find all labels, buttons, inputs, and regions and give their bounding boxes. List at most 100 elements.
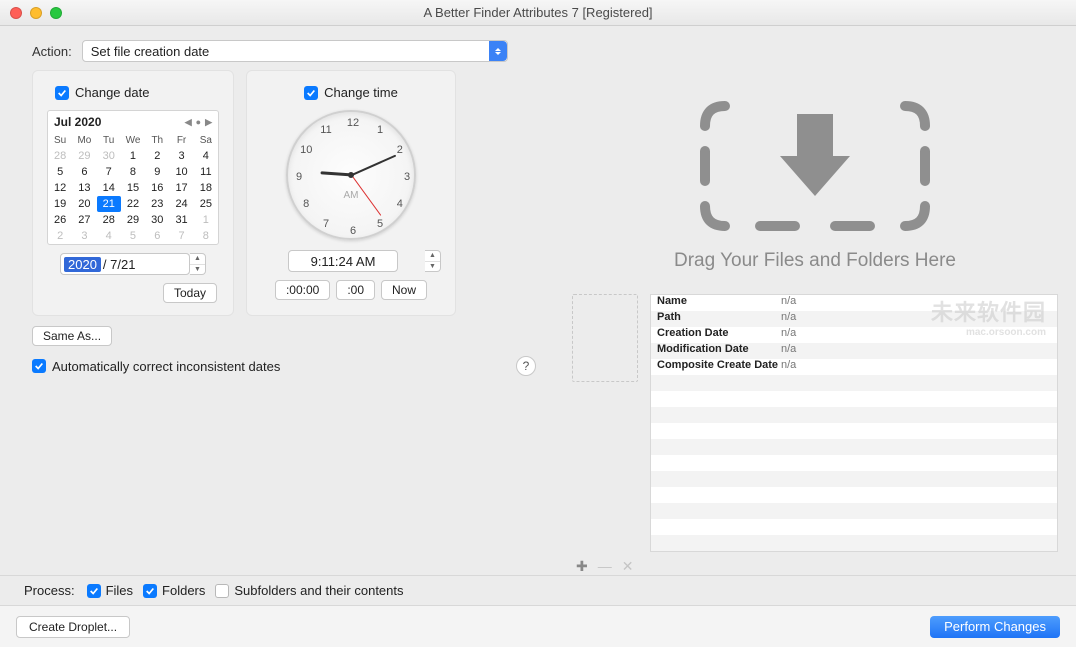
calendar-day[interactable]: 19 <box>48 196 72 212</box>
calendar-day[interactable]: 5 <box>48 164 72 180</box>
same-as-button[interactable]: Same As... <box>32 326 112 346</box>
add-file-button[interactable]: ✚ <box>576 558 588 575</box>
property-key: Composite Create Date <box>651 359 781 375</box>
calendar-next-icon[interactable]: ▶ <box>205 117 212 128</box>
action-select-value: Set file creation date <box>91 44 210 59</box>
change-date-panel: Change date Jul 2020 ◀ ● ▶ SuMoTuWeThFrS… <box>32 70 234 316</box>
time-input[interactable]: 9:11:24 AM <box>288 250 398 272</box>
clock-number: 6 <box>350 225 356 237</box>
calendar-day[interactable]: 26 <box>48 212 72 228</box>
date-stepper[interactable]: ▲▼ <box>190 253 206 275</box>
calendar-dow: Su <box>48 133 72 148</box>
clock-center-icon <box>348 172 354 178</box>
calendar-day[interactable]: 13 <box>72 180 96 196</box>
check-icon <box>34 361 44 371</box>
time-input-value: 9:11:24 AM <box>311 254 376 269</box>
calendar-prev-icon[interactable]: ◀ <box>185 117 192 128</box>
calendar-day[interactable]: 4 <box>194 148 218 164</box>
calendar-day[interactable]: 1 <box>121 148 145 164</box>
remove-file-button[interactable]: — <box>598 558 612 575</box>
calendar-day[interactable]: 9 <box>145 164 169 180</box>
change-date-checkbox[interactable] <box>55 86 69 100</box>
calendar-day[interactable]: 29 <box>72 148 96 164</box>
calendar[interactable]: Jul 2020 ◀ ● ▶ SuMoTuWeThFrSa28293012345… <box>47 110 219 245</box>
calendar-day[interactable]: 18 <box>194 180 218 196</box>
calendar-day[interactable]: 29 <box>121 212 145 228</box>
change-time-checkbox[interactable] <box>304 86 318 100</box>
calendar-day[interactable]: 2 <box>48 228 72 244</box>
date-year-field: 2020 <box>64 257 101 272</box>
property-row <box>651 487 1057 503</box>
calendar-day[interactable]: 5 <box>121 228 145 244</box>
calendar-day[interactable]: 3 <box>169 148 193 164</box>
now-button[interactable]: Now <box>381 280 427 300</box>
property-key: Name <box>651 295 781 311</box>
calendar-day[interactable]: 8 <box>121 164 145 180</box>
check-icon <box>57 88 67 98</box>
clear-files-button[interactable]: ✕ <box>622 558 634 575</box>
date-input[interactable]: 2020 / 7/21 <box>60 253 190 275</box>
auto-correct-checkbox[interactable] <box>32 359 46 373</box>
clock-number: 11 <box>320 124 331 136</box>
calendar-day[interactable]: 27 <box>72 212 96 228</box>
process-files-label: Files <box>106 583 133 598</box>
calendar-day[interactable]: 20 <box>72 196 96 212</box>
calendar-day[interactable]: 31 <box>169 212 193 228</box>
action-row: Action: Set file creation date <box>0 26 1076 70</box>
calendar-day[interactable]: 16 <box>145 180 169 196</box>
property-row <box>651 519 1057 535</box>
calendar-dow: Fr <box>169 133 193 148</box>
calendar-day[interactable]: 17 <box>169 180 193 196</box>
calendar-day[interactable]: 8 <box>194 228 218 244</box>
change-time-panel: Change time AM 123456789101112 9:11:24 A… <box>246 70 456 316</box>
calendar-day[interactable]: 6 <box>145 228 169 244</box>
calendar-today-dot-icon[interactable]: ● <box>196 117 201 127</box>
perform-changes-button[interactable]: Perform Changes <box>930 616 1060 638</box>
zero-seconds-button[interactable]: :00:00 <box>275 280 330 300</box>
clock-number: 1 <box>377 124 383 136</box>
process-folders-label: Folders <box>162 583 205 598</box>
calendar-day[interactable]: 28 <box>48 148 72 164</box>
calendar-day[interactable]: 11 <box>194 164 218 180</box>
calendar-day[interactable]: 24 <box>169 196 193 212</box>
zero-minute-button[interactable]: :00 <box>336 280 375 300</box>
process-label: Process: <box>24 583 75 598</box>
calendar-day[interactable]: 6 <box>72 164 96 180</box>
property-row <box>651 375 1057 391</box>
calendar-day[interactable]: 2 <box>145 148 169 164</box>
property-row <box>651 439 1057 455</box>
calendar-day[interactable]: 10 <box>169 164 193 180</box>
calendar-day[interactable]: 7 <box>97 164 121 180</box>
calendar-day[interactable]: 25 <box>194 196 218 212</box>
calendar-day[interactable]: 7 <box>169 228 193 244</box>
drop-caption: Drag Your Files and Folders Here <box>674 250 956 272</box>
process-folders-checkbox[interactable] <box>143 584 157 598</box>
calendar-day[interactable]: 1 <box>194 212 218 228</box>
calendar-day[interactable]: 21 <box>97 196 121 212</box>
process-subfolders-checkbox[interactable] <box>215 584 229 598</box>
calendar-day[interactable]: 22 <box>121 196 145 212</box>
today-button[interactable]: Today <box>163 283 217 303</box>
analog-clock[interactable]: AM 123456789101112 <box>286 110 416 240</box>
property-row <box>651 455 1057 471</box>
action-select[interactable]: Set file creation date <box>82 40 508 62</box>
property-row: Pathn/a <box>651 311 1057 327</box>
calendar-dow: Tu <box>97 133 121 148</box>
drop-zone[interactable]: Drag Your Files and Folders Here <box>572 70 1058 288</box>
time-stepper[interactable]: ▲▼ <box>425 250 441 272</box>
create-droplet-button[interactable]: Create Droplet... <box>16 616 130 638</box>
calendar-day[interactable]: 28 <box>97 212 121 228</box>
calendar-day[interactable]: 23 <box>145 196 169 212</box>
calendar-day[interactable]: 30 <box>145 212 169 228</box>
property-key: Creation Date <box>651 327 781 343</box>
calendar-day[interactable]: 30 <box>97 148 121 164</box>
calendar-day[interactable]: 14 <box>97 180 121 196</box>
calendar-dow: Sa <box>194 133 218 148</box>
calendar-day[interactable]: 3 <box>72 228 96 244</box>
help-button[interactable]: ? <box>516 356 536 376</box>
calendar-day[interactable]: 4 <box>97 228 121 244</box>
calendar-day[interactable]: 15 <box>121 180 145 196</box>
download-arrow-icon <box>685 86 945 236</box>
calendar-day[interactable]: 12 <box>48 180 72 196</box>
process-files-checkbox[interactable] <box>87 584 101 598</box>
